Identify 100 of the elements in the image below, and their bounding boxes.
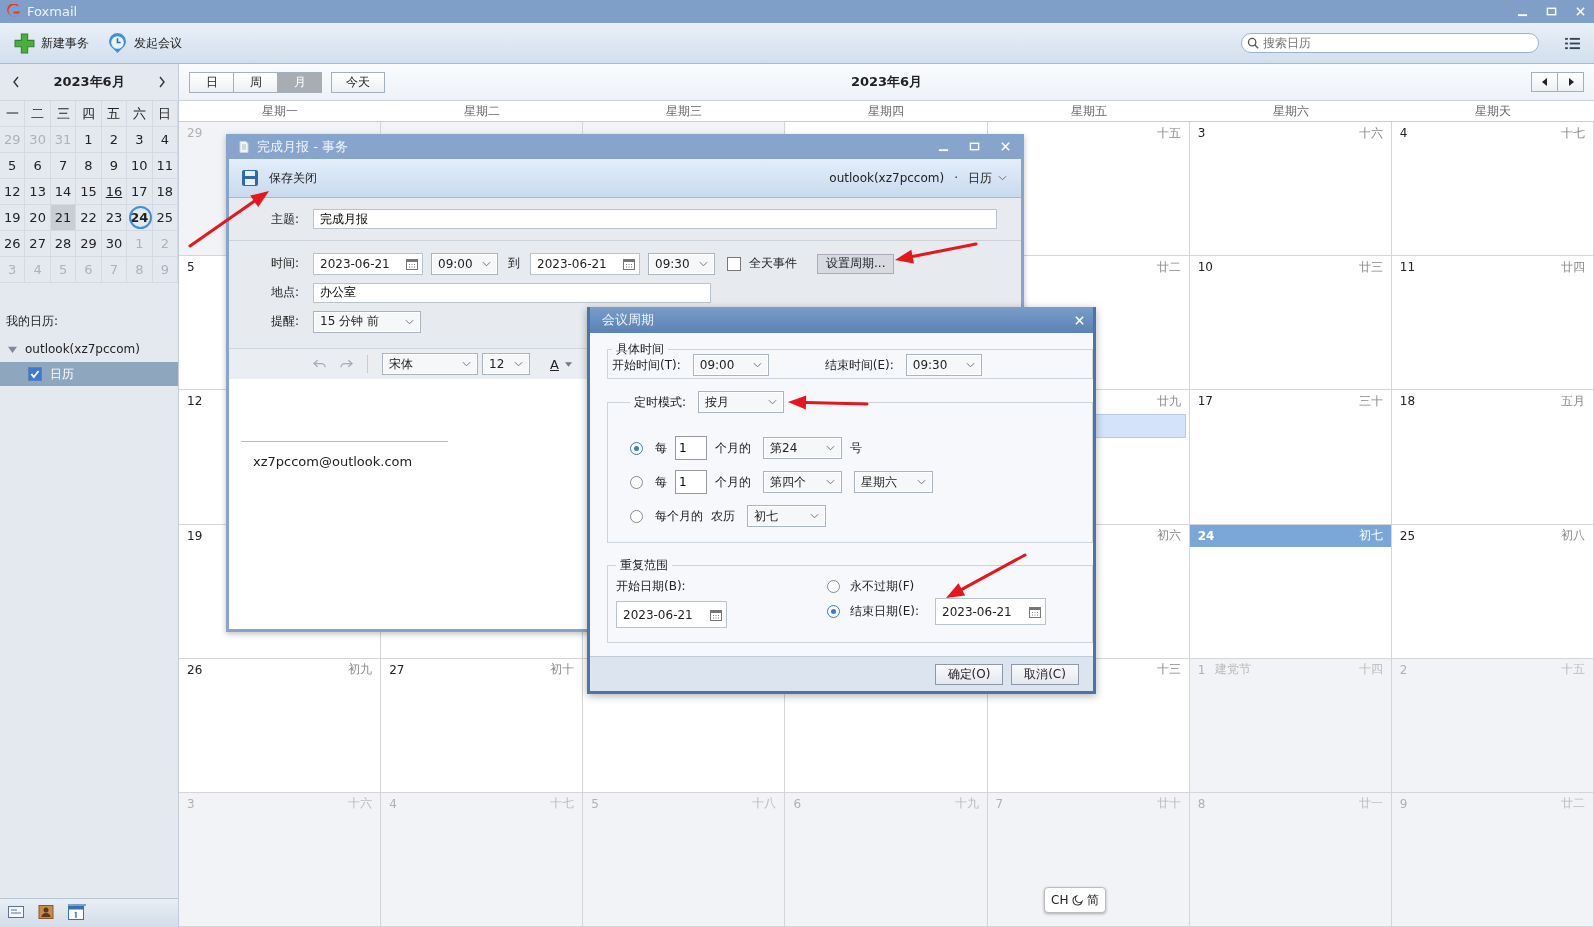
subject-field[interactable]: 完成月报 xyxy=(313,209,997,229)
window-title: 完成月报 - 事务 xyxy=(257,137,348,156)
weekday-label: 五 xyxy=(101,101,128,127)
input-method-indicator[interactable]: CH 简 xyxy=(1044,887,1107,913)
day-number: 1 xyxy=(1197,662,1206,677)
day-number: 27 xyxy=(389,662,405,677)
lunar-date: 初八 xyxy=(1561,527,1585,544)
month-title: 2023年6月 xyxy=(53,73,125,91)
date-cell[interactable]: 13 xyxy=(25,179,51,205)
date-cell[interactable]: 22 xyxy=(76,205,102,231)
date-cell[interactable]: 20 xyxy=(25,205,51,231)
start-time-dropdown[interactable]: 09:00 xyxy=(692,354,769,376)
date-cell[interactable]: 4 xyxy=(152,127,178,153)
date-cell[interactable]: 27 xyxy=(25,231,51,257)
field-label: 时间: xyxy=(269,255,299,272)
date-cell[interactable]: 24 xyxy=(127,205,153,231)
option-label: 每 xyxy=(655,439,667,457)
date-cell[interactable]: 2 xyxy=(101,127,128,153)
separator-dot: · xyxy=(954,171,958,185)
view-tab[interactable]: 周 xyxy=(233,71,278,93)
field-label: 定时模式: xyxy=(634,393,687,411)
cancel-button[interactable]: 取消(C) xyxy=(1011,663,1079,685)
day-number: 3 xyxy=(1197,126,1206,140)
date-cell[interactable]: 8 xyxy=(76,153,102,179)
day-dropdown[interactable]: 第24 xyxy=(763,437,842,459)
date-field[interactable]: 2023-06-21 xyxy=(530,252,640,275)
lunar-date: 廿三 xyxy=(1358,258,1383,276)
date-cell[interactable]: 26 xyxy=(0,231,26,257)
date-field[interactable]: 2023-06-21 xyxy=(616,601,727,628)
option-label: 每个月的 xyxy=(655,507,703,525)
to-label: 到 xyxy=(508,255,520,272)
date-cell[interactable]: 15 xyxy=(76,179,102,205)
location-field[interactable]: 办公室 xyxy=(313,282,711,303)
account-name: outlook(xz7pccom) xyxy=(829,171,945,185)
meeting-button[interactable]: 发起会议 xyxy=(103,29,186,57)
search-field[interactable]: 搜索日历 xyxy=(1241,33,1539,53)
day-cell[interactable]: 18 五月 xyxy=(1391,390,1594,525)
date-cell[interactable]: 29 xyxy=(76,231,102,257)
date-cell[interactable]: 21 xyxy=(50,205,77,231)
reminder-dropdown[interactable]: 15 分钟 前 xyxy=(313,310,421,333)
interval-field[interactable]: 1 xyxy=(675,470,707,494)
date-cell[interactable]: 10 xyxy=(127,153,153,179)
date-cell[interactable]: 16 xyxy=(101,179,128,205)
date-cell[interactable]: 11 xyxy=(152,153,178,179)
today-button[interactable]: 今天 xyxy=(331,71,385,93)
day-cell[interactable]: 25 初八 xyxy=(1391,524,1594,659)
field-label: 主题: xyxy=(269,210,299,228)
day-number: 5 xyxy=(591,796,599,811)
date-cell[interactable]: 1 xyxy=(76,127,102,153)
field-label: 开始日期(B): xyxy=(616,578,687,595)
date-cell[interactable]: 3 xyxy=(127,127,153,153)
checkbox-label: 全天事件 xyxy=(749,255,797,272)
date-cell[interactable]: 6 xyxy=(25,153,51,179)
day-cell[interactable]: 11 廿四 xyxy=(1391,256,1594,391)
font-dropdown[interactable]: 宋体 xyxy=(382,353,478,375)
day-number: 7 xyxy=(995,796,1004,811)
account-name[interactable]: outlook(xz7pccom) xyxy=(25,342,140,356)
week-dropdown[interactable]: 第四个 xyxy=(763,471,842,493)
weekday-dropdown[interactable]: 星期六 xyxy=(854,471,933,493)
day-cell[interactable]: 17 三十 xyxy=(1189,390,1392,525)
day-number: 8 xyxy=(1197,796,1206,811)
lunar-date: 十三 xyxy=(1156,661,1181,679)
new-task-button[interactable]: 新建事务 xyxy=(10,29,93,57)
weekday-header: 星期四 xyxy=(867,102,906,120)
field-label: 提醒: xyxy=(269,313,299,330)
group-title: 重复范围 xyxy=(619,557,669,574)
date-cell[interactable]: 5 xyxy=(0,153,26,179)
day-number: 4 xyxy=(1399,126,1408,140)
mode-dropdown[interactable]: 按月 xyxy=(698,391,785,413)
weekday-label: 二 xyxy=(25,101,51,127)
interval-field[interactable]: 1 xyxy=(675,436,707,460)
save-close-button[interactable]: 保存关闭 xyxy=(241,169,317,187)
date-field[interactable]: 2023-06-21 xyxy=(313,252,423,275)
time-dropdown[interactable]: 09:30 xyxy=(648,252,715,275)
date-cell[interactable]: 17 xyxy=(127,179,153,205)
date-cell[interactable]: 19 xyxy=(0,205,26,231)
end-time-dropdown[interactable]: 09:30 xyxy=(905,354,982,376)
lunar-day-dropdown[interactable]: 初七 xyxy=(747,505,826,527)
day-cell[interactable]: 26 初九 xyxy=(179,658,382,793)
lunar-date: 五月 xyxy=(1561,392,1585,410)
date-cell[interactable]: 28 xyxy=(50,231,77,257)
font-size-dropdown[interactable]: 12 xyxy=(482,353,530,375)
day-cell[interactable]: 27 初十 xyxy=(381,658,584,793)
time-dropdown[interactable]: 09:00 xyxy=(431,252,498,275)
day-cell[interactable]: 10 廿三 xyxy=(1189,256,1392,391)
view-tab[interactable]: 日 xyxy=(189,71,234,93)
date-cell[interactable]: 12 xyxy=(0,179,26,205)
date-cell[interactable]: 18 xyxy=(152,179,178,205)
date-cell[interactable]: 7 xyxy=(50,153,77,179)
ok-button[interactable]: 确定(O) xyxy=(935,663,1003,685)
font-color-button[interactable]: A xyxy=(550,356,559,372)
date-field[interactable]: 2023-06-21 xyxy=(935,598,1046,625)
date-cell[interactable]: 25 xyxy=(152,205,178,231)
day-cell[interactable]: 3 十六 xyxy=(1189,122,1392,257)
date-cell[interactable]: 30 xyxy=(101,231,128,257)
set-recurrence-button[interactable]: 设置周期... xyxy=(817,253,895,274)
weekday-header: 星期六 xyxy=(1271,102,1310,120)
date-cell[interactable]: 9 xyxy=(101,153,128,179)
day-cell[interactable]: 4 十七 xyxy=(1391,122,1594,257)
date-cell[interactable]: 23 xyxy=(101,205,128,231)
